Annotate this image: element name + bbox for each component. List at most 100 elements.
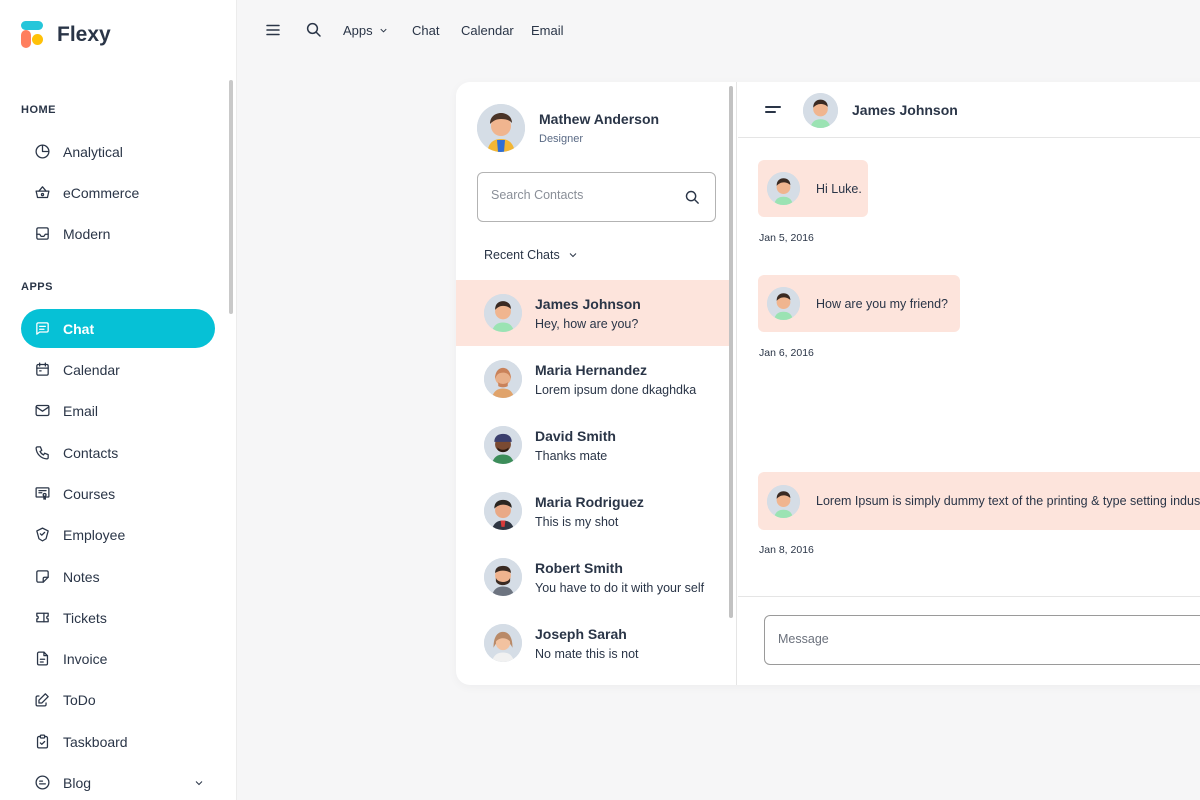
- sidebar-item-todo[interactable]: ToDo: [21, 680, 215, 719]
- contact-name: David Smith: [535, 427, 616, 444]
- sidebar-item-contacts[interactable]: Contacts: [21, 433, 215, 472]
- contact-item-maria-rodriguez[interactable]: Maria Rodriguez This is my shot: [456, 478, 732, 544]
- conversation-pane: James Johnson Hi Luke. Jan 5, 2016 How a…: [738, 82, 1200, 685]
- contact-last-message: No mate this is not: [535, 646, 639, 661]
- message-bubble: How are you my friend?: [758, 275, 960, 332]
- logo-mark-icon: [21, 21, 47, 49]
- topbar-link-apps[interactable]: Apps: [343, 23, 389, 38]
- current-user-name: Mathew Anderson: [539, 111, 660, 127]
- contact-item-maria-hernandez[interactable]: Maria Hernandez Lorem ipsum done dkaghdk…: [456, 346, 732, 412]
- contact-search: [477, 172, 716, 222]
- sidebar-item-label: Calendar: [63, 361, 120, 378]
- sidebar-item-label: Courses: [63, 485, 116, 502]
- menu-icon[interactable]: [264, 21, 284, 41]
- sidebar-item-label: Contacts: [63, 444, 119, 461]
- sidebar-item-invoice[interactable]: Invoice: [21, 639, 215, 678]
- sidebar-item-blog[interactable]: Blog: [21, 763, 215, 800]
- sidebar-item-taskboard[interactable]: Taskboard: [21, 722, 215, 761]
- toggle-contacts-icon[interactable]: [765, 104, 781, 116]
- section-label-apps: APPS: [21, 281, 53, 293]
- sidebar-item-label: Tickets: [63, 609, 107, 626]
- avatar: [767, 484, 800, 518]
- avatar: [803, 93, 838, 128]
- sidebar-scrollbar[interactable]: [229, 80, 233, 314]
- sidebar-item-email[interactable]: Email: [21, 391, 215, 430]
- sidebar-item-tickets[interactable]: Tickets: [21, 598, 215, 637]
- search-icon[interactable]: [684, 189, 702, 207]
- sidebar-item-notes[interactable]: Notes: [21, 557, 215, 596]
- chevron-down-icon: [380, 28, 387, 33]
- avatar: [767, 287, 800, 320]
- mail-icon: [33, 402, 51, 420]
- sidebar-item-modern[interactable]: Modern: [21, 214, 215, 253]
- message-date: Jan 8, 2016: [759, 544, 814, 556]
- note-icon: [33, 568, 51, 586]
- contact-name: James Johnson: [535, 295, 641, 312]
- edit-icon: [33, 691, 51, 709]
- contact-item-robert-smith[interactable]: Robert Smith You have to do it with your…: [456, 544, 732, 610]
- contact-last-message: Thanks mate: [535, 448, 608, 463]
- avatar: [484, 624, 522, 662]
- basket-icon: [33, 184, 51, 202]
- topbar-link-chat[interactable]: Chat: [412, 23, 439, 38]
- sidebar-item-ecommerce[interactable]: eCommerce: [21, 173, 215, 212]
- sidebar: Flexy HOME Analytical eCommerce Modern A…: [0, 0, 237, 800]
- contact-name: Joseph Sarah: [535, 625, 627, 642]
- chevron-down-icon: [569, 253, 577, 258]
- contact-last-message: Lorem ipsum done dkaghdka: [535, 382, 697, 397]
- contact-last-message: You have to do it with your self: [535, 580, 705, 595]
- sidebar-item-label: Chat: [63, 320, 95, 337]
- message-bubble: Hi Luke.: [758, 160, 868, 217]
- message-date: Jan 5, 2016: [759, 232, 814, 244]
- sidebar-item-label: Modern: [63, 225, 111, 242]
- conversation-contact-name: James Johnson: [852, 102, 958, 118]
- recent-chats-label: Recent Chats: [484, 248, 560, 262]
- sidebar-item-chat[interactable]: Chat: [21, 309, 215, 348]
- contact-item-james-johnson[interactable]: James Johnson Hey, how are you?: [456, 280, 732, 346]
- inbox-icon: [33, 225, 51, 243]
- contact-name: Maria Hernandez: [535, 361, 648, 378]
- contacts-scrollbar[interactable]: [729, 86, 733, 618]
- pie-chart-icon: [33, 143, 51, 161]
- shield-icon: [33, 526, 51, 544]
- section-label-home: HOME: [21, 104, 56, 116]
- certificate-icon: [33, 485, 51, 503]
- topbar-link-email[interactable]: Email: [531, 23, 564, 38]
- sidebar-item-analytical[interactable]: Analytical: [21, 132, 215, 171]
- avatar: [484, 492, 522, 530]
- sidebar-item-label: Analytical: [63, 143, 123, 160]
- conversation-header: James Johnson: [738, 82, 1200, 138]
- message-bubble: Lorem Ipsum is simply dummy text of the …: [758, 472, 1200, 530]
- contact-item-david-smith[interactable]: David Smith Thanks mate: [456, 412, 732, 478]
- sidebar-item-courses[interactable]: Courses: [21, 474, 215, 513]
- contact-last-message: Hey, how are you?: [535, 316, 639, 331]
- phone-icon: [33, 444, 51, 462]
- contact-name: Robert Smith: [535, 559, 623, 576]
- sidebar-item-label: Email: [63, 402, 99, 419]
- brand-logo[interactable]: Flexy: [21, 21, 111, 49]
- sidebar-item-label: Employee: [63, 526, 126, 543]
- avatar: [767, 172, 800, 205]
- chevron-down-icon: [193, 776, 205, 794]
- contact-item-joseph-sarah[interactable]: Joseph Sarah No mate this is not: [456, 610, 732, 676]
- search-icon[interactable]: [305, 21, 325, 41]
- clipboard-check-icon: [33, 733, 51, 751]
- sidebar-item-label: Invoice: [63, 650, 108, 667]
- message-composer: [764, 615, 1200, 665]
- sidebar-item-label: Blog: [63, 774, 92, 791]
- recent-chats-dropdown[interactable]: Recent Chats: [484, 248, 579, 262]
- contacts-pane: Mathew Anderson Designer Recent Chats Ja…: [456, 82, 737, 685]
- avatar: [477, 104, 525, 152]
- sidebar-item-label: ToDo: [63, 691, 96, 708]
- message-date: Jan 6, 2016: [759, 347, 814, 359]
- message-icon: [33, 320, 51, 338]
- ticket-icon: [33, 609, 51, 627]
- avatar: [484, 558, 522, 596]
- message-input[interactable]: [778, 632, 1178, 646]
- message-text: Hi Luke.: [816, 181, 862, 196]
- topbar-link-calendar[interactable]: Calendar: [461, 23, 514, 38]
- search-contacts-input[interactable]: [491, 188, 671, 202]
- sidebar-item-employee[interactable]: Employee: [21, 515, 215, 554]
- sidebar-item-calendar[interactable]: Calendar: [21, 350, 215, 389]
- avatar: [484, 294, 522, 332]
